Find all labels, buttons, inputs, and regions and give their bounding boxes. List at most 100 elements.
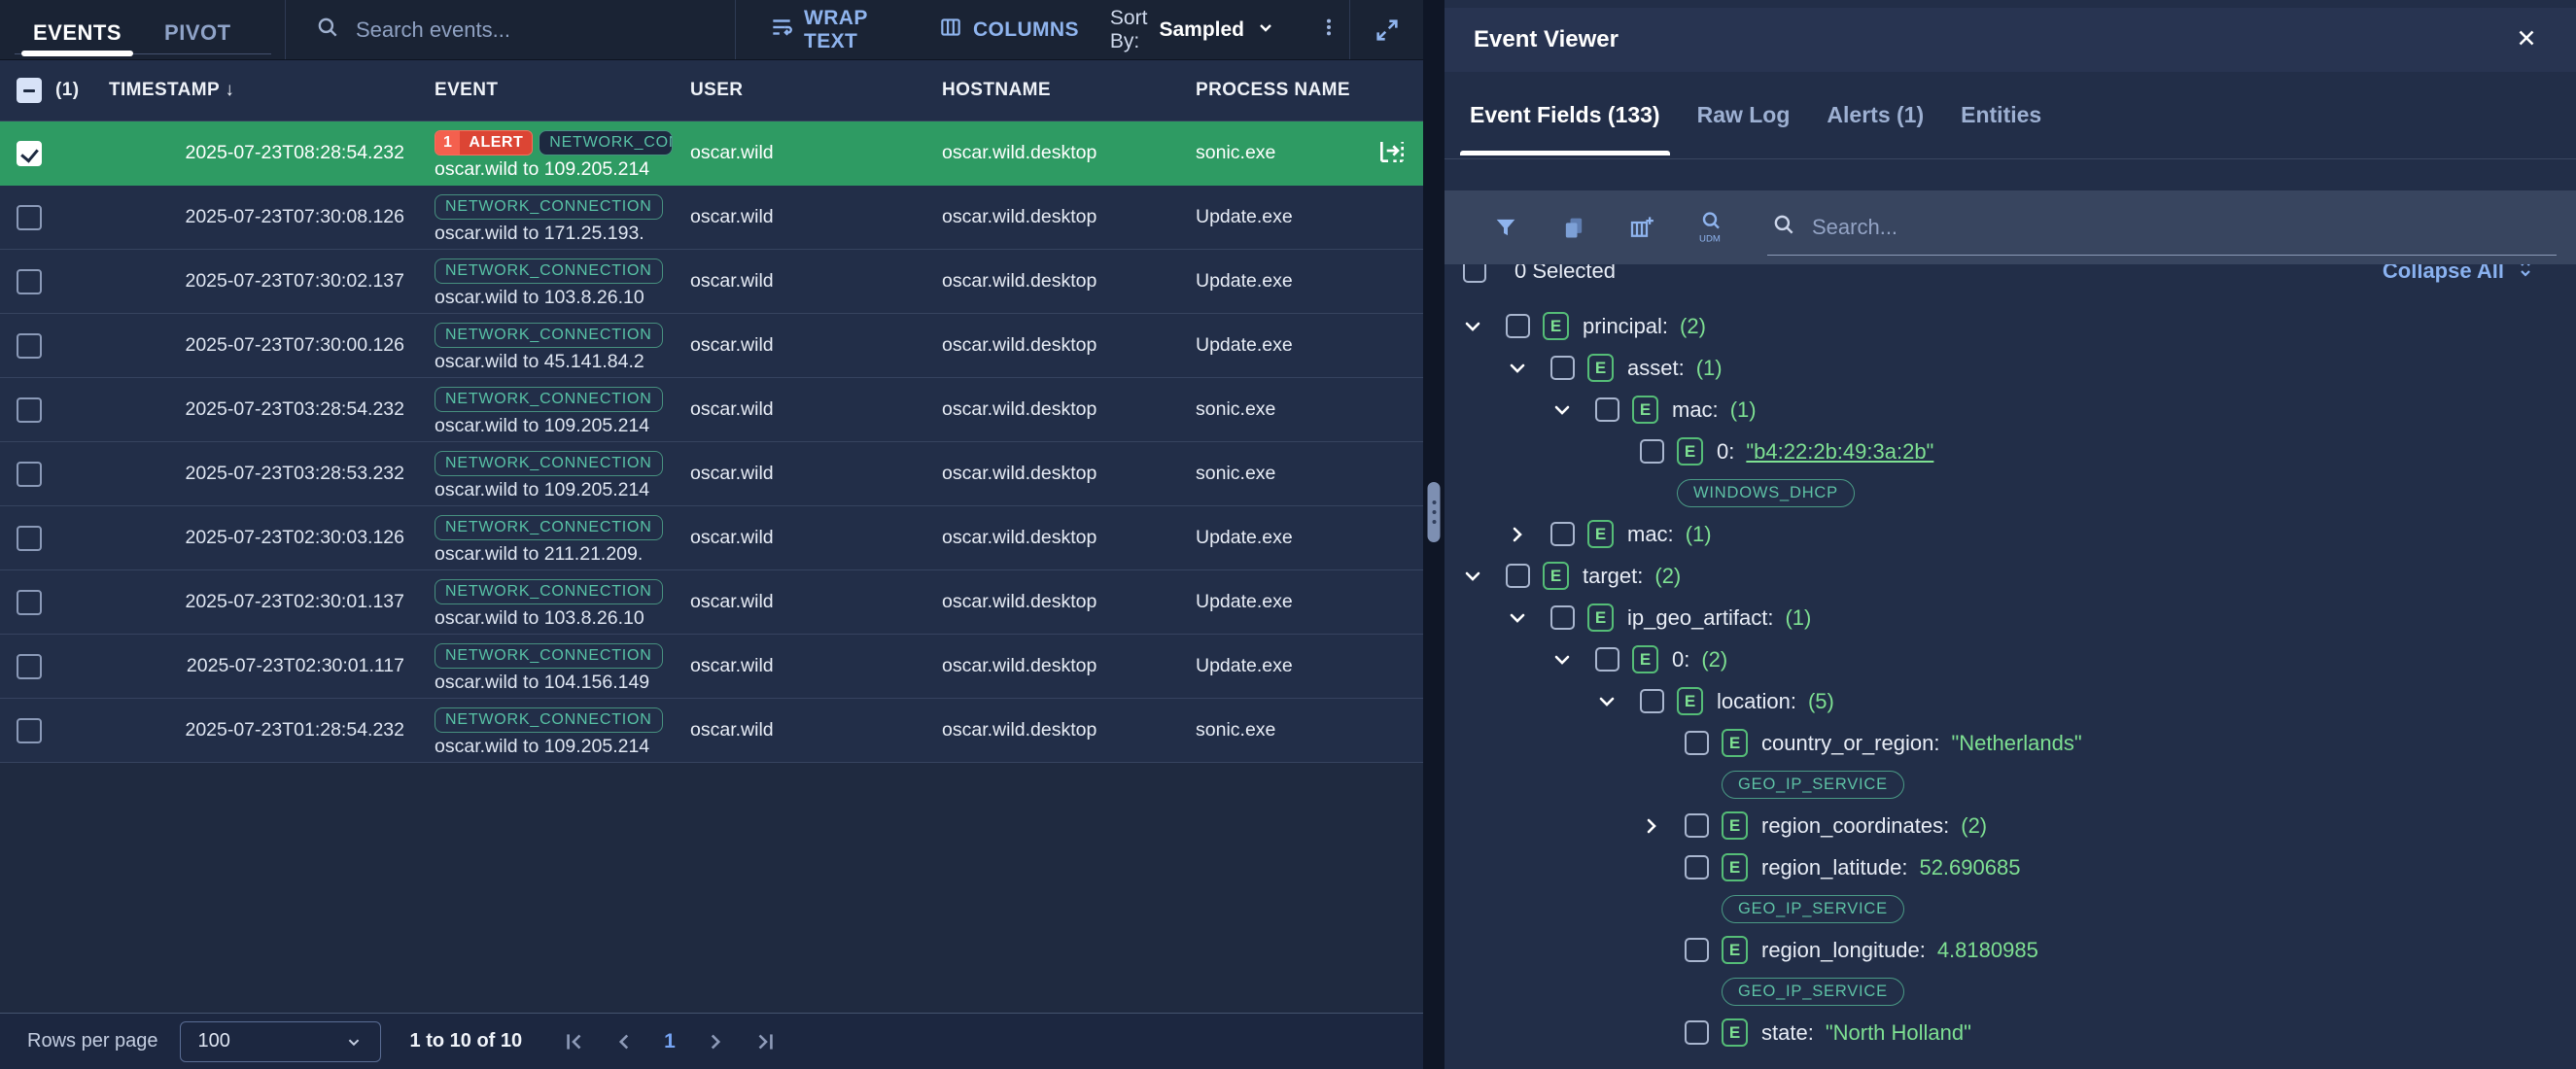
tree-row[interactable]: Eregion_latitude:52.690685 [1445,846,2576,888]
tab-events[interactable]: EVENTS [33,20,122,59]
tree-row[interactable]: Eip_geo_artifact:(1) [1445,597,2576,638]
tab-raw-log[interactable]: Raw Log [1695,75,1793,155]
field-value[interactable]: "b4:22:2b:49:3a:2b" [1746,439,1933,465]
event-field-badge: E [1722,1018,1748,1047]
chevron-down-icon[interactable] [1550,648,1595,672]
timestamp-cell: 2025-07-23T02:30:03.126 [87,527,428,549]
row-checkbox[interactable] [17,526,42,551]
wrap-text-button[interactable]: WRAP TEXT [755,0,915,61]
tree-row[interactable]: Emac:(1) [1445,513,2576,555]
columns-button[interactable]: COLUMNS [924,7,1093,53]
field-checkbox[interactable] [1550,356,1575,380]
field-checkbox[interactable] [1506,314,1530,338]
field-checkbox[interactable] [1640,439,1664,464]
tree-row[interactable]: Eregion_longitude:4.8180985 [1445,929,2576,971]
rows-per-page-select[interactable]: 100 [180,1021,381,1062]
first-page-button[interactable] [559,1027,588,1056]
row-checkbox[interactable] [17,333,42,359]
chevron-down-icon[interactable] [1506,357,1550,380]
field-checkbox[interactable] [1640,689,1664,713]
chevron-right-icon[interactable] [1506,523,1550,546]
col-header-timestamp[interactable]: TIMESTAMP ↓ [87,80,428,101]
tree-row[interactable]: Eprincipal:(2) [1445,305,2576,347]
row-checkbox[interactable] [17,269,42,294]
tree-row[interactable]: Easset:(1) [1445,347,2576,389]
field-checkbox[interactable] [1685,1020,1709,1045]
row-checkbox[interactable] [17,397,42,423]
select-all-checkbox[interactable] [17,78,42,103]
next-page-button[interactable] [701,1027,730,1056]
search-events-input[interactable] [356,17,677,43]
close-icon[interactable] [2510,21,2543,59]
row-checkbox[interactable] [17,654,42,679]
previous-page-button[interactable] [609,1027,639,1056]
tree-row[interactable]: Estate:"North Holland" [1445,1012,2576,1053]
col-header-user[interactable]: USER [682,80,933,101]
table-row[interactable]: 2025-07-23T03:28:53.232NETWORK_CONNECTIO… [0,442,1423,506]
table-row[interactable]: 2025-07-23T03:28:54.232NETWORK_CONNECTIO… [0,378,1423,442]
panel-resize-handle[interactable] [1428,482,1441,542]
tab-entities[interactable]: Entities [1959,75,2043,155]
page-number[interactable]: 1 [660,1030,679,1053]
more-options-button[interactable] [1308,11,1349,49]
filter-icon[interactable] [1472,214,1540,241]
chevron-down-icon[interactable] [1461,315,1506,338]
tree-row[interactable]: Ecountry_or_region:"Netherlands" [1445,722,2576,764]
col-header-process-name[interactable]: PROCESS NAME [1188,80,1423,101]
field-checkbox[interactable] [1685,731,1709,755]
field-checkbox[interactable] [1595,647,1619,672]
row-checkbox[interactable] [17,205,42,230]
table-row[interactable]: 2025-07-23T02:30:01.137NETWORK_CONNECTIO… [0,570,1423,635]
timestamp-cell: 2025-07-23T03:28:54.232 [87,398,428,421]
row-checkbox[interactable] [17,462,42,487]
col-header-event[interactable]: EVENT [428,80,682,101]
table-row[interactable]: 2025-07-23T01:28:54.232NETWORK_CONNECTIO… [0,699,1423,763]
row-checkbox[interactable] [17,141,42,166]
sort-by-select[interactable]: Sort By: Sampled [1110,7,1277,53]
table-row[interactable]: 2025-07-23T08:28:54.2321ALERTNETWORK_CON… [0,121,1423,186]
tree-row[interactable]: Emac:(1) [1445,389,2576,431]
user-cell: oscar.wild [682,398,933,421]
field-key: region_latitude: [1761,855,1907,880]
expand-table-button[interactable] [1349,0,1423,59]
select-all-fields-checkbox[interactable] [1463,264,1486,283]
tree-row[interactable]: E0:(2) [1445,638,2576,680]
chevron-down-icon[interactable] [1550,398,1595,422]
col-header-hostname[interactable]: HOSTNAME [933,80,1188,101]
tab-alerts[interactable]: Alerts (1) [1825,75,1926,155]
row-checkbox[interactable] [17,718,42,743]
chevron-down-icon[interactable] [1595,690,1640,713]
chevron-down-icon[interactable] [1506,606,1550,630]
tree-row[interactable]: Elocation:(5) [1445,680,2576,722]
chevron-right-icon[interactable] [1640,814,1685,838]
table-row[interactable]: 2025-07-23T07:30:08.126NETWORK_CONNECTIO… [0,186,1423,250]
field-checkbox[interactable] [1685,813,1709,838]
field-checkbox[interactable] [1685,938,1709,962]
alert-badge[interactable]: 1ALERT [435,130,533,155]
tab-pivot[interactable]: PIVOT [164,20,231,59]
event-type-chip: NETWORK_CONNECTION [435,323,663,348]
last-page-button[interactable] [751,1027,781,1056]
collapse-all-button[interactable]: Collapse All [2383,264,2537,286]
table-row[interactable]: 2025-07-23T02:30:01.117NETWORK_CONNECTIO… [0,635,1423,699]
table-row[interactable]: 2025-07-23T07:30:02.137NETWORK_CONNECTIO… [0,250,1423,314]
event-cell: NETWORK_CONNECTIONoscar.wild to 211.21.2… [428,511,682,566]
row-checkbox[interactable] [17,590,42,615]
field-checkbox[interactable] [1595,397,1619,422]
table-row[interactable]: 2025-07-23T02:30:03.126NETWORK_CONNECTIO… [0,506,1423,570]
chevron-down-icon[interactable] [1461,565,1506,588]
tree-row[interactable]: Etarget:(2) [1445,555,2576,597]
copy-icon[interactable] [1540,214,1608,241]
open-in-panel-icon[interactable] [1376,142,1408,164]
udm-search-icon[interactable]: UDM [1676,210,1744,245]
field-checkbox[interactable] [1685,855,1709,879]
tree-row[interactable]: E0:"b4:22:2b:49:3a:2b" [1445,431,2576,472]
field-checkbox[interactable] [1550,605,1575,630]
add-column-icon[interactable] [1608,213,1676,242]
table-row[interactable]: 2025-07-23T07:30:00.126NETWORK_CONNECTIO… [0,314,1423,378]
field-checkbox[interactable] [1550,522,1575,546]
tab-event-fields[interactable]: Event Fields (133) [1468,75,1662,155]
fields-search-input[interactable] [1812,215,2557,240]
tree-row[interactable]: Eregion_coordinates:(2) [1445,805,2576,846]
field-checkbox[interactable] [1506,564,1530,588]
